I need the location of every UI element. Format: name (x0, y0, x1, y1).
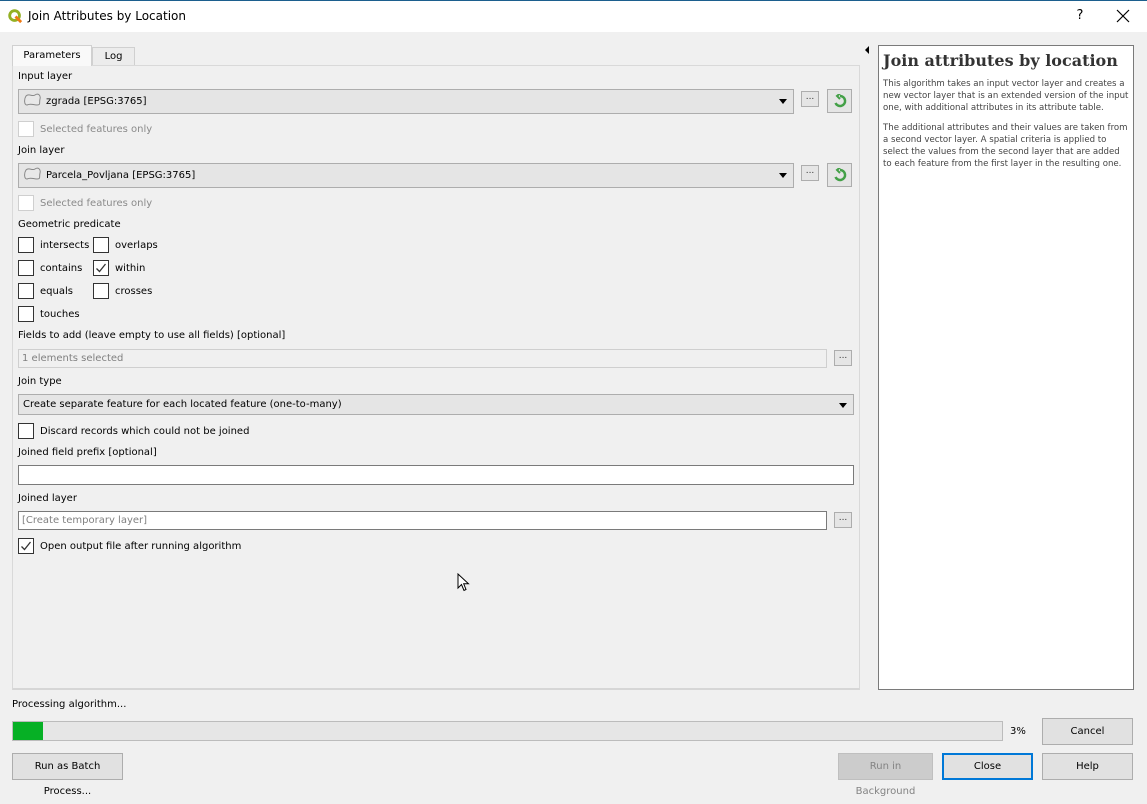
help-button[interactable]: ? (1072, 8, 1088, 23)
discard-records-checkbox[interactable] (18, 423, 34, 439)
discard-records-label: Discard records which could not be joine… (40, 426, 250, 437)
progress-bar (12, 721, 1003, 741)
cancel-button[interactable]: Cancel (1042, 718, 1133, 745)
title-bar: Join Attributes by Location ? (0, 1, 1147, 32)
predicate-crosses-label: crosses (115, 286, 153, 297)
joined-field-prefix-label: Joined field prefix [optional] (18, 447, 157, 458)
close-icon[interactable] (1115, 8, 1131, 24)
input-selected-only-label: Selected features only (40, 124, 153, 135)
join-layer-label: Join layer (18, 145, 65, 156)
progress-percent: 3% (1010, 726, 1026, 737)
help-dialog-button[interactable]: Help (1042, 753, 1133, 780)
join-layer-browse-button[interactable]: ... (801, 165, 819, 181)
input-layer-iterate-button[interactable] (827, 89, 852, 113)
fields-to-add-browse-button[interactable]: ... (834, 350, 852, 366)
predicate-contains-checkbox[interactable] (18, 260, 34, 276)
joined-layer-input[interactable]: [Create temporary layer] (18, 511, 827, 530)
iterate-icon (834, 94, 847, 108)
open-output-label: Open output file after running algorithm (40, 541, 242, 552)
status-text: Processing algorithm... (12, 699, 127, 710)
chevron-down-icon (779, 173, 787, 178)
predicate-within-checkbox[interactable] (93, 260, 109, 276)
tab-log-label: Log (104, 51, 123, 62)
chevron-down-icon (779, 99, 787, 104)
help-panel: Join attributes by location This algorit… (878, 45, 1134, 690)
run-in-background-button[interactable]: Run in Background (838, 753, 933, 797)
input-layer-value: zgrada [EPSG:3765] (46, 96, 147, 107)
predicate-equals-label: equals (40, 286, 73, 297)
join-type-label: Join type (18, 376, 62, 387)
predicate-intersects-checkbox[interactable] (18, 237, 34, 253)
help-paragraph: This algorithm takes an input vector lay… (883, 79, 1129, 113)
help-paragraph: The additional attributes and their valu… (883, 123, 1128, 169)
run-as-batch-button[interactable]: Run as Batch Process... (12, 753, 123, 797)
join-selected-only-checkbox[interactable] (18, 195, 34, 211)
fields-to-add-field[interactable]: 1 elements selected (18, 349, 827, 368)
collapse-help-arrow-icon[interactable] (865, 46, 869, 54)
join-layer-combo[interactable]: Parcela_Povljana [EPSG:3765] (18, 163, 794, 188)
window-title: Join Attributes by Location (28, 9, 186, 23)
predicate-overlaps-label: overlaps (115, 240, 158, 251)
join-selected-only-label: Selected features only (40, 198, 153, 209)
predicate-within-label: within (115, 263, 146, 274)
progress-bar-fill (13, 722, 43, 740)
joined-layer-browse-button[interactable]: ... (834, 512, 852, 528)
parameters-panel (12, 65, 860, 690)
open-output-checkbox[interactable] (18, 538, 34, 554)
mouse-cursor-icon (457, 573, 470, 592)
joined-layer-label: Joined layer (18, 493, 77, 504)
joined-field-prefix-input[interactable] (18, 465, 854, 485)
join-type-select[interactable]: Create separate feature for each located… (18, 394, 854, 415)
predicate-overlaps-checkbox[interactable] (93, 237, 109, 253)
fields-to-add-label: Fields to add (leave empty to use all fi… (18, 330, 286, 341)
input-layer-browse-button[interactable]: ... (801, 91, 819, 107)
predicate-touches-checkbox[interactable] (18, 306, 34, 322)
tab-parameters-label: Parameters (23, 50, 81, 61)
close-button[interactable]: Close (942, 753, 1033, 780)
predicate-contains-label: contains (40, 263, 83, 274)
iterate-icon (834, 168, 847, 182)
polygon-layer-icon (24, 93, 41, 106)
checkmark-icon (96, 263, 107, 273)
input-layer-label: Input layer (18, 71, 73, 82)
input-selected-only-checkbox[interactable] (18, 121, 34, 137)
input-layer-combo[interactable]: zgrada [EPSG:3765] (18, 89, 794, 114)
join-layer-value: Parcela_Povljana [EPSG:3765] (46, 170, 196, 181)
chevron-down-icon (839, 403, 847, 408)
predicate-crosses-checkbox[interactable] (93, 283, 109, 299)
polygon-layer-icon (24, 167, 41, 180)
join-layer-iterate-button[interactable] (827, 163, 852, 187)
predicate-equals-checkbox[interactable] (18, 283, 34, 299)
help-title: Join attributes by location (883, 51, 1118, 70)
checkmark-icon (21, 541, 32, 551)
tab-log[interactable]: Log (92, 47, 135, 66)
qgis-logo-icon (8, 9, 23, 24)
predicate-touches-label: touches (40, 309, 80, 320)
join-type-value: Create separate feature for each located… (23, 399, 342, 410)
geometric-predicate-label: Geometric predicate (18, 219, 121, 230)
predicate-intersects-label: intersects (40, 240, 90, 251)
tab-parameters[interactable]: Parameters (12, 45, 92, 66)
